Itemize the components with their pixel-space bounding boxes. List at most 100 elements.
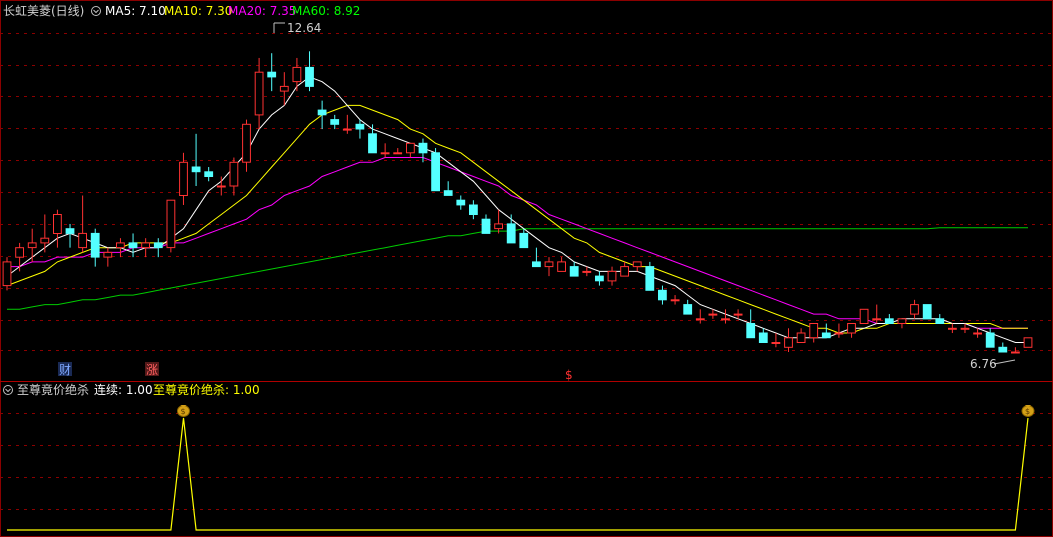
candle[interactable]: [595, 271, 604, 286]
candle[interactable]: [859, 308, 869, 324]
candle[interactable]: [2, 257, 12, 291]
candle[interactable]: [406, 142, 415, 158]
candle[interactable]: [393, 148, 403, 155]
candle[interactable]: [935, 314, 945, 324]
candle-body: [922, 304, 932, 320]
candle[interactable]: [355, 119, 365, 139]
candle[interactable]: [897, 318, 907, 329]
candle[interactable]: [784, 328, 793, 352]
candle[interactable]: [254, 57, 264, 130]
candle[interactable]: [683, 299, 693, 315]
candle[interactable]: [519, 228, 529, 249]
candle[interactable]: [998, 342, 1008, 353]
candle-body: [796, 332, 806, 343]
candle[interactable]: [53, 209, 62, 248]
candle[interactable]: [443, 181, 453, 196]
candle[interactable]: [557, 257, 567, 272]
candle[interactable]: [204, 167, 214, 182]
candle-body: [935, 318, 945, 324]
candle-body: [733, 313, 743, 316]
candle[interactable]: [809, 323, 819, 343]
candle[interactable]: [670, 295, 680, 305]
ma60-line: [7, 227, 1028, 310]
low-annotation: 6.76: [970, 357, 1016, 371]
candle[interactable]: [771, 333, 781, 348]
candle[interactable]: [78, 195, 87, 253]
candle-body: [948, 327, 957, 330]
candlestick-series[interactable]: [2, 51, 1033, 354]
candle-body: [141, 242, 150, 249]
candle[interactable]: [758, 328, 768, 343]
candle[interactable]: [456, 195, 466, 210]
candle[interactable]: [116, 238, 125, 258]
ma10-label: MA10: 7.30: [164, 4, 232, 18]
candle[interactable]: [317, 100, 327, 130]
candle[interactable]: [884, 314, 894, 324]
marker-cai[interactable]: 财: [59, 363, 71, 377]
candle-body: [229, 161, 239, 187]
money-bag-icon[interactable]: $: [1021, 405, 1035, 417]
candle[interactable]: [481, 214, 491, 234]
candle[interactable]: [342, 114, 352, 134]
candle[interactable]: [229, 157, 239, 196]
candle-body: [557, 261, 567, 272]
candle-body: [355, 123, 365, 130]
candle[interactable]: [834, 323, 844, 338]
candle[interactable]: [494, 209, 504, 234]
candle[interactable]: [922, 304, 932, 320]
candle[interactable]: [569, 261, 579, 277]
page-title: 长虹美菱(日线): [3, 4, 84, 18]
candle-body: [40, 237, 50, 244]
candle[interactable]: [506, 214, 516, 244]
candle[interactable]: [15, 242, 24, 272]
candle[interactable]: [380, 143, 390, 158]
marker-zhang[interactable]: 涨: [146, 362, 158, 377]
price-grid: [0, 33, 1053, 510]
candle-body: [15, 247, 24, 258]
candle[interactable]: [242, 119, 251, 172]
candle-body: [393, 152, 403, 155]
candle[interactable]: [632, 261, 642, 272]
candle[interactable]: [645, 261, 655, 291]
candle[interactable]: [721, 309, 730, 324]
candle[interactable]: [128, 233, 138, 258]
candle[interactable]: [103, 247, 113, 267]
candle[interactable]: [65, 223, 75, 248]
candle[interactable]: [166, 199, 176, 253]
candle-body: [418, 142, 428, 154]
candle[interactable]: [330, 114, 340, 130]
candle[interactable]: [191, 133, 201, 186]
indicator-collapse-icon[interactable]: [3, 385, 13, 395]
candle[interactable]: [1023, 337, 1033, 348]
money-bag-icon[interactable]: $: [176, 405, 190, 417]
marker-dollar[interactable]: $: [565, 368, 573, 382]
candle[interactable]: [90, 228, 100, 267]
stock-chart[interactable]: $ $ 长虹美菱(日线) MA5: 7.10 MA10: 7.30 MA20: 7…: [0, 0, 1053, 537]
candle[interactable]: [847, 323, 856, 338]
candle[interactable]: [948, 323, 957, 334]
candle[interactable]: [746, 309, 756, 339]
candle[interactable]: [267, 53, 277, 92]
event-markers[interactable]: 财 涨 $: [58, 362, 573, 382]
candle[interactable]: [985, 328, 995, 348]
candle[interactable]: [469, 200, 478, 220]
candle[interactable]: [607, 266, 617, 286]
candle[interactable]: [821, 323, 831, 339]
ma5-line: [6, 76, 1028, 343]
candle[interactable]: [141, 238, 150, 258]
candle[interactable]: [910, 299, 919, 319]
candle[interactable]: [532, 247, 541, 268]
candle[interactable]: [40, 214, 50, 253]
candle[interactable]: [620, 261, 630, 277]
candle[interactable]: [431, 148, 441, 192]
indicator-pane[interactable]: $ $: [7, 405, 1035, 531]
collapse-icon[interactable]: [91, 6, 101, 16]
candle[interactable]: [544, 257, 554, 277]
candle[interactable]: [305, 51, 314, 92]
candle[interactable]: [292, 57, 302, 92]
candle[interactable]: [796, 328, 806, 343]
candle[interactable]: [153, 238, 163, 258]
candle-body: [506, 223, 516, 244]
candle-body: [834, 332, 844, 335]
candle[interactable]: [695, 309, 705, 324]
